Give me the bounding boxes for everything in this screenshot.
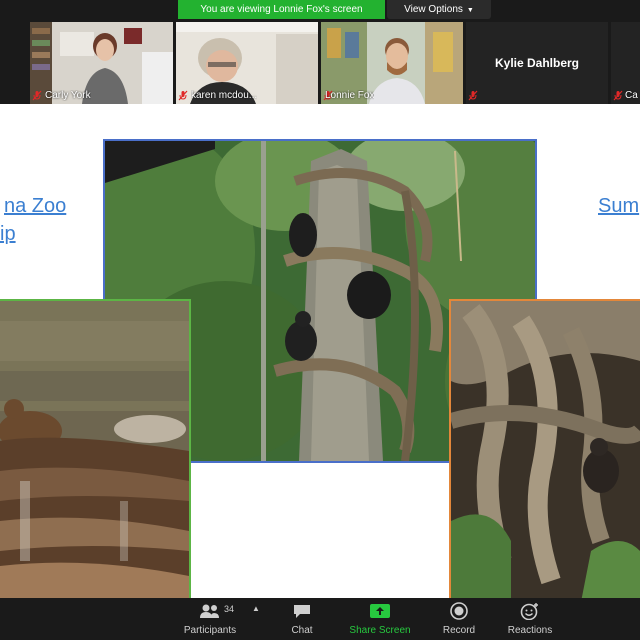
photo-image — [451, 301, 640, 598]
record-label: Record — [442, 625, 476, 636]
reactions-icon — [500, 600, 560, 622]
video-tile-karen[interactable]: karen mcdou... — [176, 22, 318, 104]
muted-mic-icon — [468, 90, 478, 101]
participant-strip: Carly York karen mcdou... Lonnie Fox Kyl… — [0, 20, 640, 104]
participants-button[interactable]: 34 Participants — [176, 600, 244, 640]
video-tile-carly-york[interactable]: Carly York — [30, 22, 173, 104]
photo-bear-rocks — [0, 299, 191, 598]
reactions-label: Reactions — [507, 625, 553, 636]
reactions-button[interactable]: Reactions — [500, 600, 560, 640]
link-line-1: na Zoo — [4, 195, 67, 217]
photo-tree-roots — [449, 299, 640, 598]
shared-screen: na Zoo ip Sum — [0, 104, 640, 598]
meeting-toolbar: 34 Participants ▲ Chat Share Screen Reco… — [0, 598, 640, 640]
link-line-2: ip — [0, 223, 16, 245]
participant-name-centered: Kylie Dahlberg — [494, 56, 580, 70]
participant-name: Ca — [625, 90, 638, 101]
record-icon — [436, 600, 482, 622]
muted-mic-icon — [178, 90, 188, 101]
video-tile-partial[interactable]: Ca — [611, 22, 640, 104]
video-tile-lonnie-fox[interactable]: Lonnie Fox — [321, 22, 463, 104]
participant-name: Lonnie Fox — [325, 90, 375, 101]
chevron-down-icon: ▼ — [466, 7, 474, 14]
photo-image — [0, 301, 189, 598]
view-options-label: View Options — [404, 4, 463, 15]
share-screen-icon — [344, 600, 416, 622]
participants-label: Participants — [183, 625, 237, 636]
view-options-button[interactable]: View Options ▼ — [387, 0, 491, 19]
chat-button[interactable]: Chat — [280, 600, 324, 640]
record-button[interactable]: Record — [436, 600, 482, 640]
muted-mic-icon — [613, 90, 623, 101]
participant-name: Carly York — [45, 90, 91, 101]
zoom-window: You are viewing Lonnie Fox's screen View… — [0, 0, 640, 640]
video-tile-kylie-dahlberg[interactable]: Kylie Dahlberg — [466, 22, 608, 104]
muted-mic-icon — [32, 90, 42, 101]
chat-label: Chat — [291, 625, 313, 636]
participant-count: 34 — [224, 604, 235, 614]
chat-icon — [280, 600, 324, 622]
zoo-partnership-link[interactable]: na Zoo ip — [0, 192, 66, 248]
participant-name: karen mcdou... — [191, 90, 258, 101]
participants-caret-icon[interactable]: ▲ — [252, 604, 260, 613]
summer-link[interactable]: Sum — [598, 192, 639, 220]
share-screen-label: Share Screen — [349, 625, 411, 636]
top-banner: You are viewing Lonnie Fox's screen View… — [0, 0, 640, 20]
screen-share-banner: You are viewing Lonnie Fox's screen — [178, 0, 385, 19]
share-screen-button[interactable]: Share Screen — [344, 600, 416, 640]
